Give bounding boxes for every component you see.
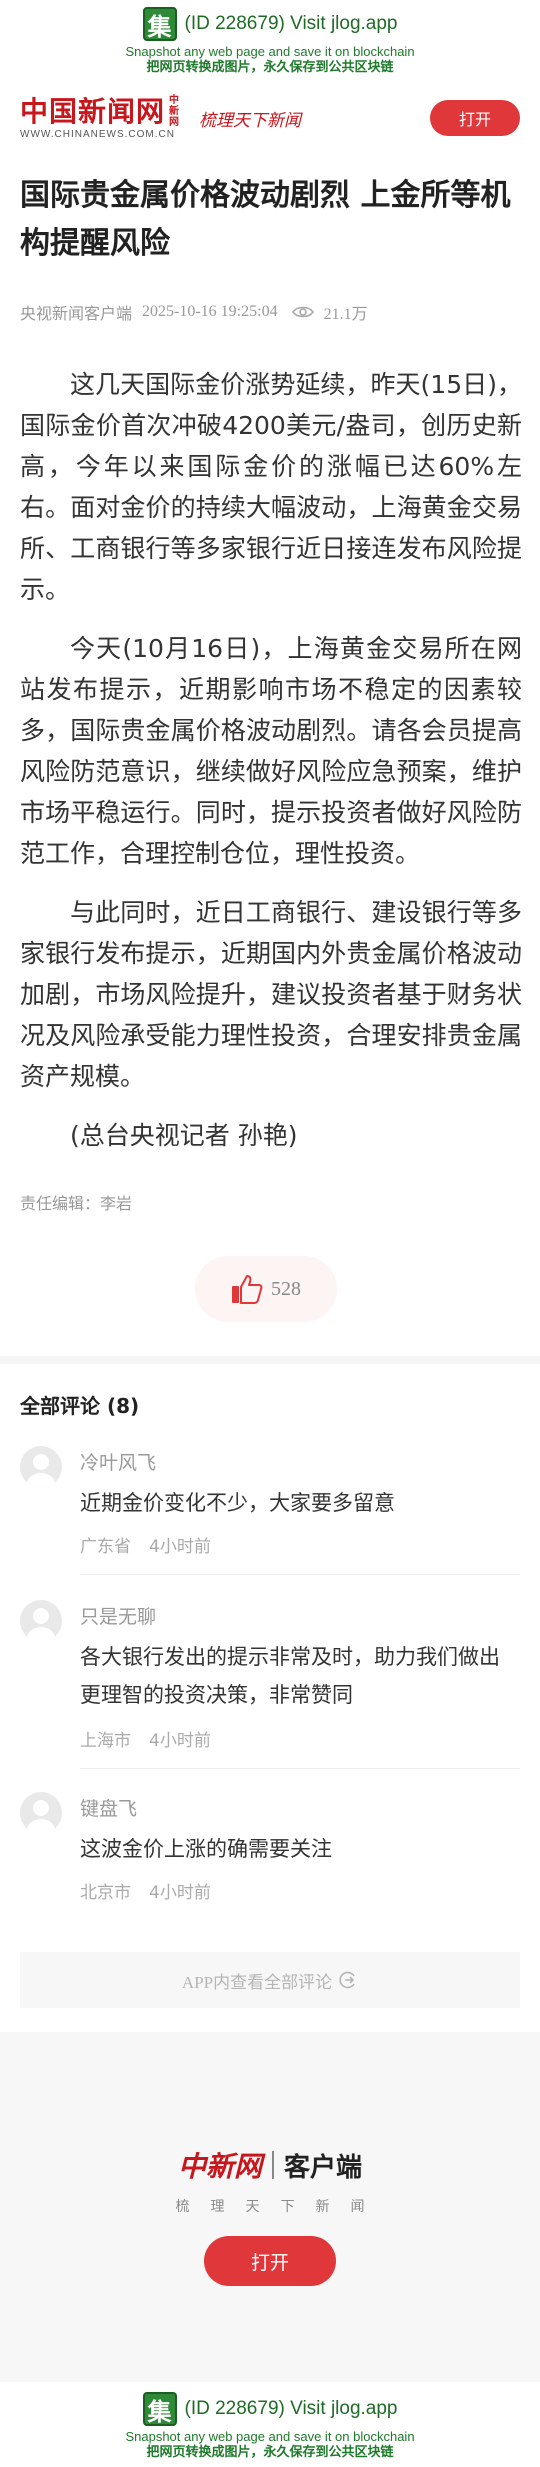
eye-icon — [291, 306, 314, 318]
site-header: 中国新闻网 中新网 WWW.CHINANEWS.COM.CN 梳理天下新闻 打开 — [0, 82, 540, 154]
promo-client: 客户端 — [284, 2152, 363, 2183]
comment-author[interactable]: 键盘飞 — [80, 1794, 137, 1821]
jlog-banner-top[interactable]: 集 (ID 228679) Visit jlog.app Snapshot an… — [0, 0, 540, 82]
comment-location: 上海市 — [80, 1731, 131, 1751]
jlog-id-text[interactable]: (ID 228679) Visit jlog.app — [185, 2398, 398, 2420]
comment-author[interactable]: 只是无聊 — [80, 1602, 156, 1629]
promo-brand: 中新网 — [177, 2150, 262, 2183]
comment-item: 键盘飞 这波金价上涨的确需要关注 北京市 4小时前 — [20, 1792, 520, 1912]
brand-name: 中国新闻网 中新网 — [20, 94, 181, 128]
avatar[interactable] — [20, 1446, 62, 1488]
brand-url: WWW.CHINANEWS.COM.CN — [20, 128, 175, 140]
comment-text: 各大银行发出的提示非常及时，助力我们做出更理智的投资决策，非常赞同 — [80, 1645, 500, 1707]
avatar[interactable] — [20, 1600, 62, 1642]
comment-meta: 上海市 4小时前 — [80, 1726, 211, 1751]
article-editor: 责任编辑：李岩 — [20, 1194, 133, 1213]
article-datetime: 2025-10-16 19:25:04 — [142, 303, 278, 320]
comment-separator — [80, 1768, 520, 1769]
jlog-tagline-en: Snapshot any web page and save it on blo… — [125, 44, 415, 59]
jlog-banner-bottom[interactable]: 集 (ID 228679) Visit jlog.app Snapshot an… — [0, 2385, 540, 2467]
article-views: 21.1万 — [323, 306, 368, 323]
jlog-id-row: 集 (ID 228679) Visit jlog.app — [0, 0, 540, 44]
site-logo[interactable]: 中国新闻网 中新网 WWW.CHINANEWS.COM.CN — [20, 95, 181, 142]
jlog-tagline-cn: 把网页转换成图片，永久保存到公共区块链 — [146, 2445, 394, 2460]
comment-item: 只是无聊 各大银行发出的提示非常及时，助力我们做出更理智的投资决策，非常赞同 上… — [20, 1600, 520, 1769]
thumbs-up-icon — [232, 1275, 263, 1304]
article-paragraph: 与此同时，近日工商银行、建设银行等多家银行发布提示，近期国内外贵金属价格波动加剧… — [20, 898, 522, 1091]
promo-logo: 中新网 客户端 — [0, 2145, 540, 2185]
view-all-comments-button[interactable]: APP内查看全部评论 — [20, 1952, 520, 2008]
comment-item: 冷叶风飞 近期金价变化不少，大家要多留意 广东省 4小时前 — [20, 1446, 520, 1575]
avatar[interactable] — [20, 1792, 62, 1834]
section-divider — [0, 1356, 540, 1364]
open-app-button-bottom[interactable]: 打开 — [204, 2236, 336, 2286]
arrow-right-circle-icon — [339, 1971, 355, 1989]
jlog-tagline-cn: 把网页转换成图片，永久保存到公共区块链 — [146, 60, 394, 75]
like-count: 528 — [271, 1277, 301, 1300]
promo-divider — [272, 2151, 274, 2179]
app-promo: 中新网 客户端 梳理天下新闻 打开 — [0, 2032, 540, 2382]
comment-text: 近期金价变化不少，大家要多留意 — [80, 1491, 395, 1515]
jlog-id-text[interactable]: (ID 228679) Visit jlog.app — [185, 13, 398, 35]
article-paragraph: 今天(10月16日)，上海黄金交易所在网站发布提示，近期影响市场不稳定的因素较多… — [20, 634, 522, 868]
view-all-label: APP内查看全部评论 — [181, 1972, 333, 1992]
like-button[interactable]: 528 — [195, 1256, 337, 1322]
comment-meta: 北京市 4小时前 — [80, 1878, 211, 1903]
jlog-logo-icon: 集 — [142, 7, 177, 41]
article-body: 这几天国际金价涨势延续，昨天(15日)，国际金价首次冲破4200美元/盎司，创历… — [20, 364, 522, 1174]
article-byline: (总台央视记者 孙艳) — [70, 1121, 298, 1150]
comment-meta: 广东省 4小时前 — [80, 1532, 211, 1557]
jlog-tagline-en: Snapshot any web page and save it on blo… — [125, 2429, 415, 2444]
article-title: 国际贵金属价格波动剧烈 上金所等机构提醒风险 — [20, 178, 511, 261]
comment-time: 4小时前 — [149, 1883, 211, 1903]
comment-location: 北京市 — [80, 1883, 131, 1903]
brand-sub: 中新网 — [169, 94, 181, 128]
comments-title: 全部评论 (8) — [20, 1394, 140, 1418]
comment-time: 4小时前 — [149, 1731, 211, 1751]
comment-time: 4小时前 — [149, 1537, 211, 1557]
promo-slogan: 梳理天下新闻 — [175, 2199, 386, 2215]
header-slogan: 梳理天下新闻 — [199, 110, 302, 131]
comment-location: 广东省 — [80, 1537, 131, 1557]
open-app-button[interactable]: 打开 — [430, 100, 520, 136]
comment-author[interactable]: 冷叶风飞 — [80, 1448, 156, 1475]
article-meta: 央视新闻客户端 2025-10-16 19:25:04 21.1万 — [20, 300, 368, 324]
jlog-logo-icon: 集 — [142, 2392, 177, 2426]
comment-separator — [80, 1574, 520, 1575]
comment-text: 这波金价上涨的确需要关注 — [80, 1837, 332, 1861]
jlog-id-row: 集 (ID 228679) Visit jlog.app — [0, 2385, 540, 2429]
article-paragraph: 这几天国际金价涨势延续，昨天(15日)，国际金价首次冲破4200美元/盎司，创历… — [20, 370, 522, 604]
article-source: 央视新闻客户端 — [20, 306, 133, 323]
